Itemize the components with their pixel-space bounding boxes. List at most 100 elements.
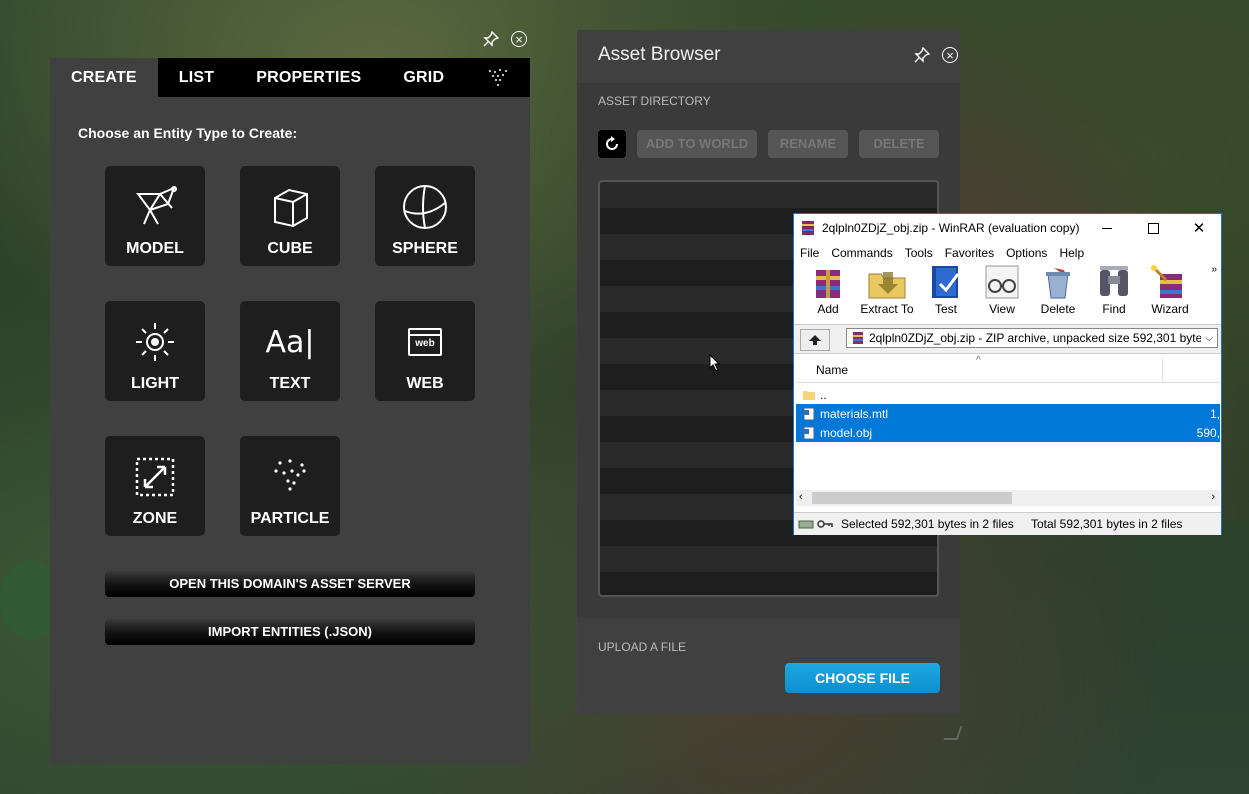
create-panel: CREATE LIST PROPERTIES GRID Choose an En… [50, 58, 530, 764]
create-light-button[interactable]: LIGHT [105, 301, 205, 401]
wizard-icon [1151, 265, 1182, 298]
tile-label: SPHERE [392, 240, 458, 257]
zone-icon [135, 457, 175, 497]
minimize-icon [1102, 227, 1112, 229]
sphere-icon [403, 185, 447, 229]
refresh-icon [606, 136, 618, 150]
menu-tools[interactable]: Tools [905, 246, 933, 260]
tab-properties[interactable]: PROPERTIES [235, 58, 382, 97]
up-one-level-button[interactable] [800, 329, 830, 351]
close-button[interactable]: ✕ [1176, 214, 1222, 242]
toolbar-delete-button[interactable]: Delete [1030, 264, 1086, 324]
resize-handle[interactable] [943, 726, 963, 740]
close-panel-button[interactable]: × [509, 29, 529, 49]
particle-icon [274, 459, 306, 491]
close-icon: × [942, 47, 958, 63]
toolbar-overflow-icon[interactable]: » [1211, 264, 1217, 275]
winrar-logo-icon [802, 221, 814, 235]
chevron-down-icon: ⌵ [1205, 332, 1213, 344]
reload-button[interactable] [598, 130, 626, 158]
tile-label: PARTICLE [250, 510, 330, 527]
list-column-divider [1162, 382, 1220, 444]
toolbar-label: Delete [1040, 302, 1076, 316]
minimize-button[interactable] [1084, 214, 1130, 242]
background-foliage [530, 600, 580, 720]
menu-file[interactable]: File [800, 246, 819, 260]
list-item[interactable]: materials.mtl 1, [796, 404, 1220, 423]
tab-particle-explorer[interactable] [465, 58, 531, 97]
rename-button[interactable]: RENAME [768, 130, 848, 158]
winrar-window: 2qlpln0ZDjZ_obj.zip - WinRAR (evaluation… [793, 213, 1222, 535]
view-glasses-icon [985, 265, 1019, 299]
create-model-button[interactable]: MODEL [105, 166, 205, 266]
mouse-cursor [709, 354, 721, 372]
asset-browser-header: Asset Browser × [577, 30, 960, 83]
web-icon-text: web [415, 338, 435, 349]
archive-icon [853, 332, 863, 344]
close-icon: × [511, 31, 527, 47]
scrollbar-thumb[interactable] [812, 492, 1012, 504]
list-item[interactable]: model.obj 590, [796, 423, 1220, 442]
winrar-title-bar[interactable]: 2qlpln0ZDjZ_obj.zip - WinRAR (evaluation… [794, 214, 1221, 242]
delete-button[interactable]: DELETE [859, 130, 939, 158]
tab-list[interactable]: LIST [158, 58, 235, 97]
toolbar-wizard-button[interactable]: Wizard [1142, 264, 1198, 324]
horizontal-scrollbar[interactable]: ‹ › [796, 490, 1220, 506]
add-to-world-button[interactable]: ADD TO WORLD [637, 130, 757, 158]
file-list[interactable]: Name ^ .. materials.mtl 1, model.obj 590… [796, 355, 1220, 506]
toolbar-add-button[interactable]: Add [800, 264, 856, 324]
menu-help[interactable]: Help [1059, 246, 1084, 260]
pin-icon[interactable] [912, 45, 932, 65]
file-name: materials.mtl [820, 406, 889, 421]
toolbar: Add Extract To Test View Delete Find Wiz… [794, 264, 1221, 324]
tile-label: CUBE [267, 240, 313, 257]
create-web-button[interactable]: web WEB [375, 301, 475, 401]
menu-commands[interactable]: Commands [831, 246, 892, 260]
tab-create[interactable]: CREATE [50, 58, 158, 97]
address-bar: 2qlpln0ZDjZ_obj.zip - ZIP archive, unpac… [794, 324, 1221, 354]
status-bar: Selected 592,301 bytes in 2 files Total … [794, 512, 1221, 535]
up-arrow-icon [809, 335, 821, 345]
scroll-right-icon: › [1211, 491, 1215, 503]
tab-grid[interactable]: GRID [382, 58, 465, 97]
folder-icon [803, 390, 815, 400]
import-entities-button[interactable]: IMPORT ENTITIES (.JSON) [105, 619, 475, 645]
tile-label: LIGHT [131, 375, 179, 392]
create-sphere-button[interactable]: SPHERE [375, 166, 475, 266]
toolbar-extract-button[interactable]: Extract To [856, 264, 918, 324]
close-panel-button[interactable]: × [940, 45, 960, 65]
create-cube-button[interactable]: CUBE [240, 166, 340, 266]
menu-options[interactable]: Options [1006, 246, 1047, 260]
maximize-button[interactable] [1130, 214, 1176, 242]
menu-bar: File Commands Tools Favorites Options He… [794, 242, 1221, 264]
toolbar-view-button[interactable]: View [974, 264, 1030, 324]
light-icon [136, 323, 174, 361]
open-asset-server-button[interactable]: OPEN THIS DOMAIN'S ASSET SERVER [105, 571, 475, 597]
column-header-name[interactable]: Name ^ [796, 355, 1220, 383]
tab-bar: CREATE LIST PROPERTIES GRID [50, 58, 530, 97]
scroll-left-icon: ‹ [799, 491, 803, 503]
entity-type-heading: Choose an Entity Type to Create: [78, 125, 298, 141]
sort-arrow-icon: ^ [976, 355, 981, 366]
column-name-label: Name [816, 363, 849, 377]
toolbar-test-button[interactable]: Test [918, 264, 974, 324]
toolbar-label: View [989, 302, 1015, 316]
pin-icon[interactable] [481, 29, 501, 49]
web-icon: web [408, 328, 442, 356]
toolbar-label: Test [934, 302, 957, 316]
list-item[interactable]: .. [796, 385, 1220, 404]
menu-favorites[interactable]: Favorites [945, 246, 994, 260]
create-text-button[interactable]: Aa| TEXT [240, 301, 340, 401]
toolbar-find-button[interactable]: Find [1086, 264, 1142, 324]
file-icon [803, 407, 815, 420]
create-particle-button[interactable]: PARTICLE [240, 436, 340, 536]
extract-folder-icon [868, 272, 906, 299]
path-text: 2qlpln0ZDjZ_obj.zip - ZIP archive, unpac… [869, 331, 1202, 345]
path-dropdown[interactable]: 2qlpln0ZDjZ_obj.zip - ZIP archive, unpac… [846, 328, 1218, 348]
create-zone-button[interactable]: ZONE [105, 436, 205, 536]
choose-file-button[interactable]: CHOOSE FILE [785, 663, 940, 693]
asset-browser-title: Asset Browser [598, 44, 721, 65]
tile-label: WEB [406, 375, 444, 392]
sparkle-icon [489, 68, 508, 86]
tile-label: MODEL [126, 240, 184, 257]
